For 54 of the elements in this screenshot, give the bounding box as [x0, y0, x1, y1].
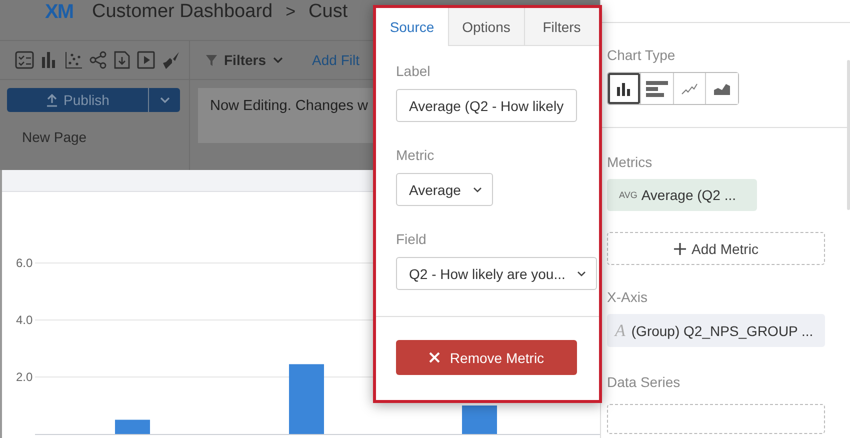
dropdown[interactable]: Average	[396, 173, 493, 206]
field-label: Label	[396, 63, 432, 79]
close-icon	[428, 352, 440, 363]
remove-metric-button[interactable]: Remove Metric	[396, 340, 577, 375]
chart-type-button[interactable]	[608, 73, 640, 104]
section-label: Chart Type	[607, 47, 676, 63]
section-label: Metrics	[607, 154, 654, 170]
chart-type-button[interactable]	[705, 73, 738, 104]
bar	[462, 406, 497, 434]
play-icon[interactable]	[137, 51, 155, 69]
metric-chip[interactable]: AVG Average (Q2 ...	[607, 179, 757, 211]
tab[interactable]: Filters	[524, 8, 599, 46]
field-label: Metric	[396, 147, 436, 163]
upload-icon	[46, 94, 58, 106]
checklist-icon[interactable]	[15, 51, 34, 69]
metric-tag: AVG	[619, 190, 638, 200]
breadcrumb[interactable]: Customer Dashboard	[92, 1, 273, 23]
input-field[interactable]: Average (Q2 - How likely	[396, 89, 577, 122]
area-chart-icon	[714, 82, 730, 94]
chart-type-selector[interactable]	[607, 72, 739, 105]
x-axis-field: (Group) Q2_NPS_GROUP ...	[631, 322, 814, 338]
dropdown[interactable]: Q2 - How likely are you...	[396, 257, 598, 290]
breadcrumb-separator: >	[286, 2, 296, 22]
section-label: X-Axis	[607, 289, 648, 305]
scatter-icon[interactable]	[65, 51, 82, 69]
text-type-icon: A	[615, 320, 626, 340]
x-axis-chip[interactable]: A (Group) Q2_NPS_GROUP ...	[607, 314, 825, 347]
field-label: Field	[396, 231, 428, 247]
page-item[interactable]: New Page	[22, 129, 189, 145]
breadcrumb[interactable]: Cust	[308, 1, 348, 23]
metric-name: Average (Q2 ...	[641, 187, 736, 203]
column-chart-icon	[616, 82, 632, 96]
bar	[289, 364, 324, 434]
bar	[115, 420, 150, 434]
chevron-icon	[472, 186, 482, 192]
line-chart-icon	[680, 82, 698, 94]
drop-zone[interactable]	[607, 404, 825, 434]
scrollbar[interactable]	[847, 60, 850, 210]
bar-chart-icon[interactable]	[41, 51, 58, 69]
filters-dropdown[interactable]: Filters	[224, 52, 266, 68]
caret-icon[interactable]	[273, 57, 284, 63]
funnel-icon[interactable]	[206, 54, 217, 66]
bar-chart-icon	[646, 80, 668, 96]
plus-icon	[674, 242, 686, 254]
chevron-icon	[577, 270, 586, 276]
tab[interactable]: Options	[448, 8, 524, 46]
download-file-icon[interactable]	[114, 51, 130, 69]
section-label: Data Series	[607, 374, 682, 390]
share-icon[interactable]	[89, 51, 107, 69]
add-metric-button[interactable]: Add Metric	[607, 232, 825, 265]
paintbrush-icon[interactable]	[162, 51, 180, 69]
publish-button[interactable]: Publish	[7, 88, 180, 112]
caret-icon[interactable]	[160, 97, 170, 103]
tab[interactable]: Source	[376, 8, 448, 46]
